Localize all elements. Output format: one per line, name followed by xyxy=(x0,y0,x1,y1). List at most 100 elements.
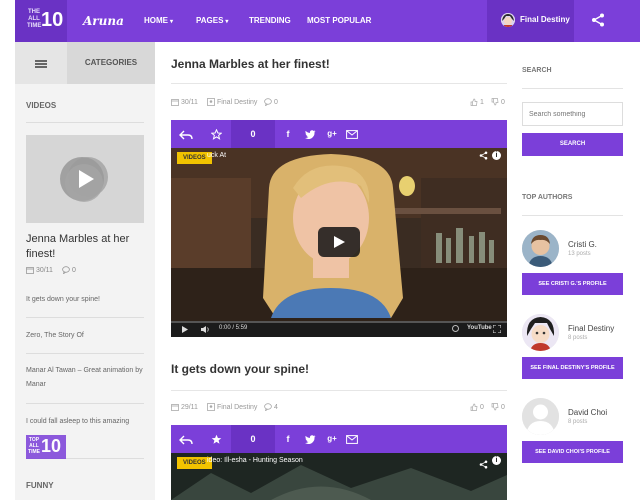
share-count: 0 xyxy=(250,129,256,139)
info-icon[interactable]: i xyxy=(492,456,501,465)
play-button[interactable] xyxy=(318,227,360,257)
divider xyxy=(26,403,144,404)
star-icon[interactable] xyxy=(201,120,231,148)
featured-post-title[interactable]: Jenna Marbles at her finest! xyxy=(26,232,144,262)
post-title[interactable]: Jenna Marbles at her finest! xyxy=(171,57,330,71)
post-date: 30/11 xyxy=(171,98,198,106)
post-action-bar: 0 f g+ xyxy=(171,120,507,148)
twitter-icon[interactable] xyxy=(302,425,318,453)
menu-button[interactable] xyxy=(15,42,67,84)
site-logo[interactable]: THE ALL TIME 10 xyxy=(15,0,67,42)
star-icon[interactable] xyxy=(201,425,231,453)
like-button[interactable]: 0 xyxy=(470,403,484,411)
video-title[interactable]: ideo: Ill-esha - Hunting Season xyxy=(207,457,303,464)
divider xyxy=(26,122,144,123)
nav-item-most-popular[interactable]: MOST POPULAR xyxy=(307,0,371,42)
funny-heading: FUNNY xyxy=(26,481,54,490)
fullscreen-icon[interactable] xyxy=(493,325,501,333)
list-item[interactable]: Zero, The Story Of xyxy=(26,329,144,343)
facebook-icon[interactable]: f xyxy=(281,425,295,453)
comment-icon xyxy=(264,403,272,411)
post-title[interactable]: It gets down your spine! xyxy=(171,362,309,376)
progress-bar[interactable] xyxy=(171,321,507,323)
divider xyxy=(171,390,507,391)
post-author[interactable]: Final Destiny xyxy=(207,403,257,411)
divider xyxy=(522,215,623,216)
facebook-icon[interactable]: f xyxy=(281,120,295,148)
dislike-button[interactable]: 0 xyxy=(491,403,505,411)
chevron-down-icon: ▾ xyxy=(170,19,174,25)
nav-item-pages[interactable]: PAGES ▾ xyxy=(196,0,228,42)
dislike-button[interactable]: 0 xyxy=(491,98,505,106)
featured-thumbnail[interactable] xyxy=(26,135,144,223)
reply-icon[interactable] xyxy=(171,120,201,148)
settings-icon[interactable] xyxy=(452,325,459,332)
reply-icon[interactable] xyxy=(171,425,201,453)
thumbs-up-icon xyxy=(470,403,478,411)
video-title[interactable]: uck At xyxy=(207,152,226,159)
list-item[interactable]: It gets down your spine! xyxy=(26,293,144,307)
youtube-logo[interactable]: YouTube xyxy=(467,325,492,331)
nav-item-trending[interactable]: TRENDING xyxy=(249,0,291,42)
share-count: 0 xyxy=(250,434,256,444)
video-player[interactable]: VIDEOS uck At i 0:00 / 5:59 YouTube xyxy=(171,148,507,337)
featured-post-comments: 0 xyxy=(62,266,76,274)
email-icon[interactable] xyxy=(344,120,360,148)
info-icon[interactable]: i xyxy=(492,151,501,160)
comment-icon xyxy=(264,98,272,106)
thumbs-up-icon xyxy=(470,98,478,106)
calendar-icon xyxy=(171,99,179,106)
list-item[interactable]: Manar Al Tawan – Great animation by Mana… xyxy=(26,364,144,392)
videos-heading: VIDEOS xyxy=(26,101,57,110)
post-action-bar: 0 f g+ xyxy=(171,425,507,453)
play-icon[interactable] xyxy=(181,326,188,333)
thumbs-down-icon xyxy=(491,98,499,106)
see-profile-button[interactable]: SEE FINAL DESTINY'S PROFILE xyxy=(522,357,623,379)
comment-icon xyxy=(62,266,70,274)
user-menu[interactable]: Final Destiny xyxy=(487,0,574,42)
calendar-icon xyxy=(26,267,34,274)
thumbs-down-icon xyxy=(491,403,499,411)
post-author[interactable]: Final Destiny xyxy=(207,98,257,106)
post-comments[interactable]: 4 xyxy=(264,403,278,411)
email-icon[interactable] xyxy=(344,425,360,453)
logo-number: 10 xyxy=(41,9,64,31)
divider xyxy=(26,353,144,354)
author-name[interactable]: Final Destiny xyxy=(568,324,614,333)
nav-item-home[interactable]: HOME ▾ xyxy=(144,0,173,42)
post-date: 29/11 xyxy=(171,403,198,411)
video-player[interactable]: VIDEOS ideo: Ill-esha - Hunting Season i xyxy=(171,453,507,500)
see-profile-button[interactable]: SEE DAVID CHOI'S PROFILE xyxy=(522,441,623,463)
chevron-down-icon: ▾ xyxy=(225,19,229,25)
share-icon[interactable] xyxy=(479,151,488,162)
author-name[interactable]: Cristi G. xyxy=(568,240,597,249)
twitter-icon[interactable] xyxy=(302,120,318,148)
share-icon[interactable] xyxy=(590,12,606,28)
categories-button[interactable]: CATEGORIES xyxy=(67,42,155,84)
author-icon xyxy=(207,403,215,411)
hamburger-line xyxy=(35,66,47,68)
post-comments[interactable]: 0 xyxy=(264,98,278,106)
like-button[interactable]: 1 xyxy=(470,98,484,106)
watermark-logo: TOP ALL TIME 10 xyxy=(26,435,66,459)
list-item[interactable]: I could fall asleep to this amazing xyxy=(26,415,144,429)
avatar xyxy=(501,13,515,27)
google-plus-icon[interactable]: g+ xyxy=(324,120,340,148)
author-name[interactable]: David Choi xyxy=(568,408,607,417)
featured-post-date: 30/11 xyxy=(26,266,53,274)
author-post-count: 8 posts xyxy=(568,419,588,425)
avatar[interactable] xyxy=(522,230,559,267)
brand-name[interactable]: Aruna xyxy=(83,14,124,28)
google-plus-icon[interactable]: g+ xyxy=(324,425,340,453)
search-input[interactable] xyxy=(522,102,623,126)
video-controls: 0:00 / 5:59 YouTube xyxy=(171,321,507,337)
search-heading: SEARCH xyxy=(522,67,552,74)
search-button[interactable]: SEARCH xyxy=(522,133,623,156)
see-profile-button[interactable]: SEE CRISTI G.'S PROFILE xyxy=(522,273,623,295)
share-icon[interactable] xyxy=(479,456,488,474)
video-time: 0:00 / 5:59 xyxy=(219,325,248,331)
avatar[interactable] xyxy=(522,398,559,435)
avatar[interactable] xyxy=(522,314,559,351)
left-sidebar: CATEGORIES VIDEOS Jenna Marbles at her f… xyxy=(15,42,155,500)
volume-icon[interactable] xyxy=(201,326,211,333)
